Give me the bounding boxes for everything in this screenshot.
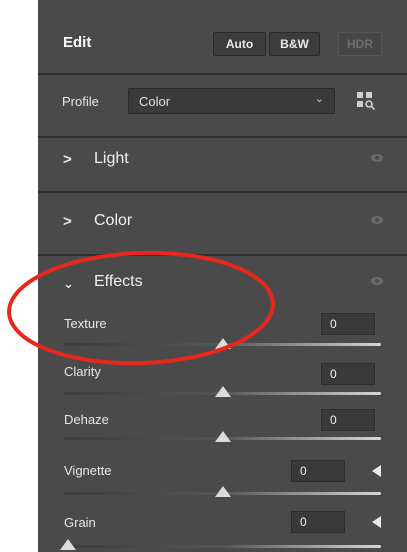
clarity-value-field[interactable]: 0 <box>321 363 375 385</box>
dehaze-value-field[interactable]: 0 <box>321 409 375 431</box>
slider-label: Dehaze <box>64 412 109 427</box>
dehaze-slider-thumb[interactable] <box>214 431 231 442</box>
grain-slider-thumb[interactable] <box>60 539 76 550</box>
auto-button[interactable]: Auto <box>213 32 266 56</box>
vignette-slider-thumb[interactable] <box>214 486 231 497</box>
section-color-header[interactable]: > Color <box>38 204 407 240</box>
section-color-title: Color <box>94 212 133 229</box>
grain-value-field[interactable]: 0 <box>291 511 345 533</box>
eye-icon[interactable] <box>371 277 383 285</box>
divider <box>38 136 407 138</box>
section-light-title: Light <box>94 150 129 167</box>
hdr-button[interactable]: HDR <box>338 32 382 56</box>
profile-browser-grid-icon[interactable] <box>357 92 375 110</box>
divider <box>38 191 407 193</box>
clarity-slider-thumb[interactable] <box>214 386 231 397</box>
chevron-right-icon: > <box>63 151 72 168</box>
profile-select[interactable]: Color ⌄ <box>128 88 335 114</box>
vignette-value-field[interactable]: 0 <box>291 460 345 482</box>
slider-label: Vignette <box>64 463 112 478</box>
chevron-down-icon: ⌄ <box>314 93 324 105</box>
texture-value-field[interactable]: 0 <box>321 313 375 335</box>
panel-title: Edit <box>63 34 92 51</box>
section-light-header[interactable]: > Light <box>38 142 407 178</box>
eye-icon[interactable] <box>371 154 383 162</box>
triangle-left-icon[interactable] <box>372 516 381 528</box>
triangle-left-icon[interactable] <box>372 465 381 477</box>
profile-value: Color <box>139 94 171 109</box>
slider-label: Grain <box>64 515 96 530</box>
grain-slider-track[interactable] <box>64 545 381 548</box>
divider <box>38 73 407 75</box>
annotation-ellipse <box>7 250 275 366</box>
profile-label: Profile <box>62 94 99 109</box>
bw-button[interactable]: B&W <box>269 32 320 56</box>
chevron-right-icon: > <box>63 213 72 230</box>
eye-icon[interactable] <box>371 216 383 224</box>
